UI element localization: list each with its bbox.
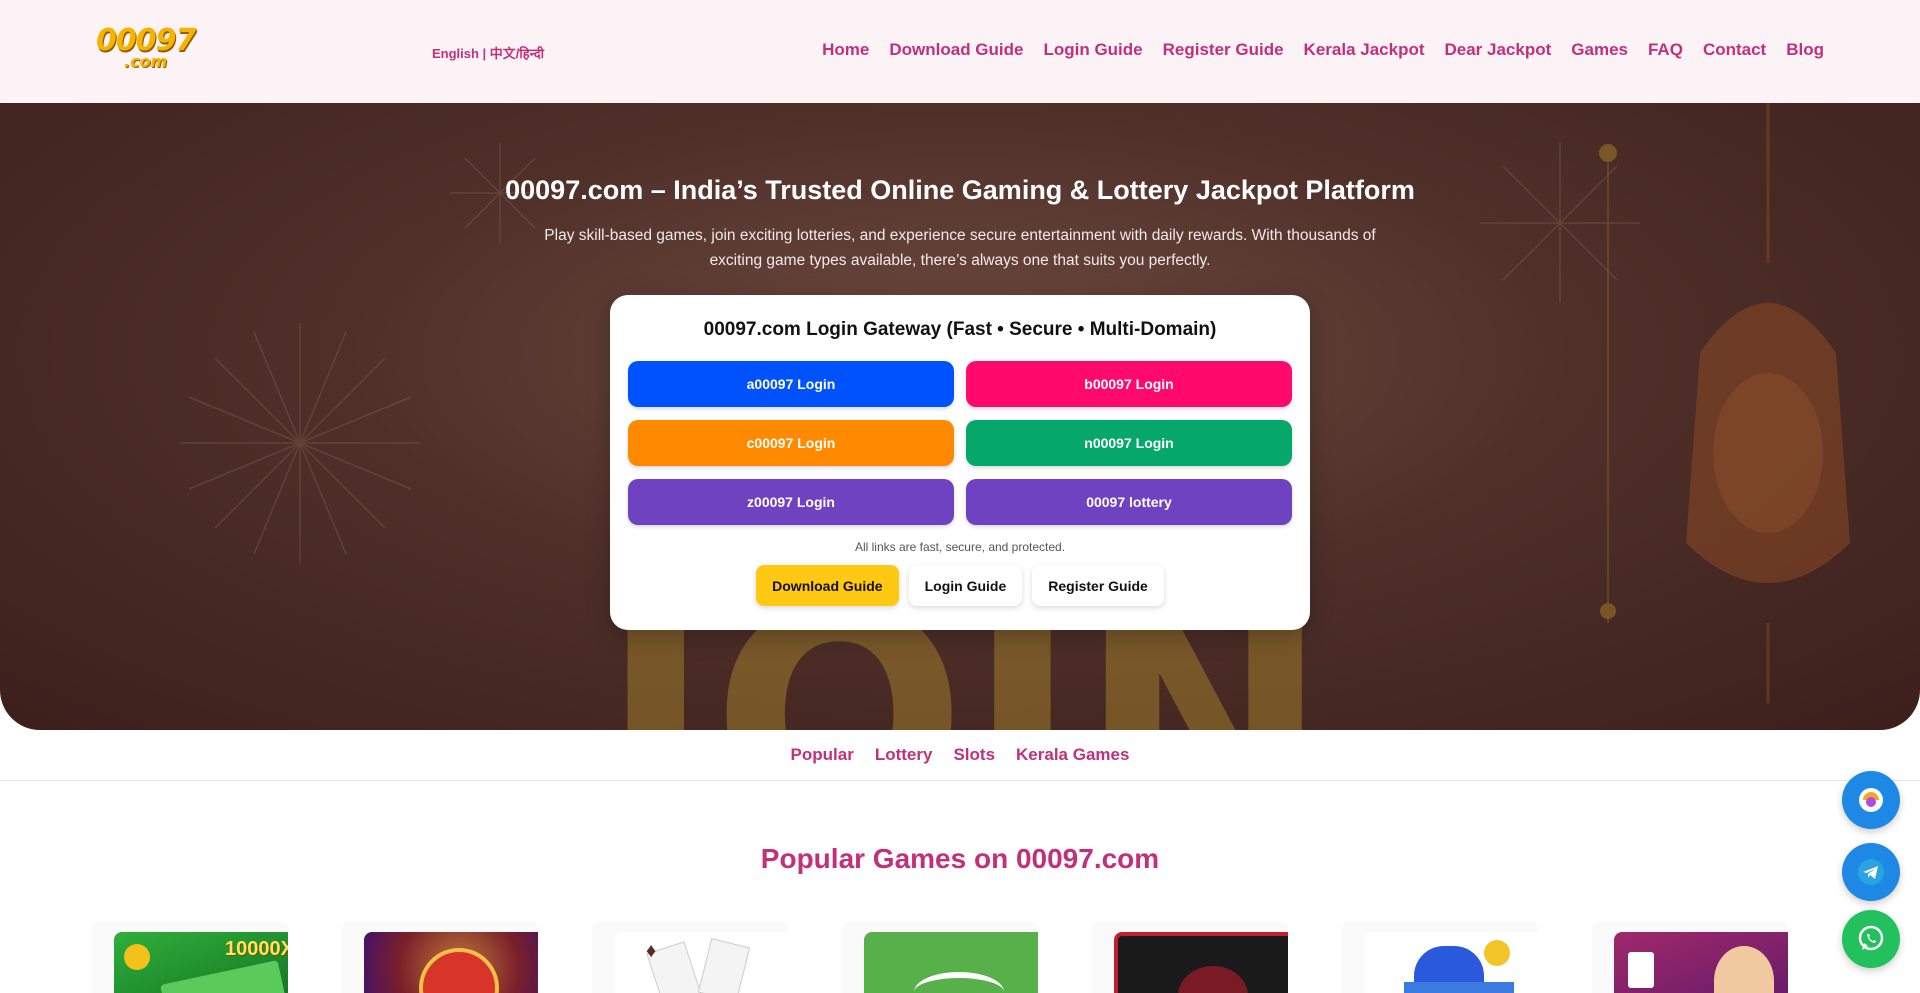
security-note: All links are fast, secure, and protecte… (854, 540, 1066, 554)
playing-card-icon (697, 937, 751, 993)
game-card[interactable] (342, 922, 538, 993)
game-thumbnail (1114, 932, 1288, 993)
lottery-button[interactable]: 00097 lottery (966, 479, 1292, 525)
game-thumbnail: ♦ (614, 932, 788, 993)
chat-support-icon (1859, 788, 1883, 812)
nav-login-guide[interactable]: Login Guide (1043, 40, 1142, 60)
game-card[interactable]: ♦ (592, 922, 788, 993)
main-nav: Home Download Guide Login Guide Register… (822, 40, 1824, 60)
coin-icon (124, 944, 150, 970)
login-button-grid: a00097 Login b00097 Login c00097 Login n… (628, 361, 1292, 525)
game-card[interactable]: 10000X (92, 922, 288, 993)
popular-games-heading: Popular Games on 00097.com (760, 843, 1160, 874)
game-card[interactable] (1592, 922, 1788, 993)
telegram-button[interactable] (1842, 843, 1900, 901)
game-thumbnail-label: 10000X (225, 938, 288, 960)
game-card-row: 10000X ♦ (92, 922, 1832, 993)
game-card[interactable] (1342, 922, 1538, 993)
ace-card-icon (1628, 952, 1654, 988)
nav-dear-jackpot[interactable]: Dear Jackpot (1445, 40, 1552, 60)
register-guide-button[interactable]: Register Guide (1032, 565, 1164, 606)
game-thumbnail (1364, 932, 1538, 993)
tab-popular[interactable]: Popular (791, 745, 854, 765)
nav-faq[interactable]: FAQ (1648, 40, 1683, 60)
hero-title: 00097.com – India’s Trusted Online Gamin… (505, 175, 1415, 205)
game-card[interactable] (842, 922, 1038, 993)
site-header: 00097 .com English | 中文/हिन्दी Home Down… (0, 0, 1920, 103)
wheel-icon (419, 948, 499, 993)
queen-character-icon (1714, 946, 1774, 993)
pirate-hat-icon (1414, 946, 1484, 986)
banknote-icon (160, 960, 288, 993)
hero-description: Play skill-based games, join exciting lo… (544, 227, 1376, 269)
b00097-login-button[interactable]: b00097 Login (966, 361, 1292, 407)
game-thumbnail (864, 932, 1038, 993)
tab-lottery[interactable]: Lottery (875, 745, 933, 765)
game-thumbnail (364, 932, 538, 993)
nav-blog[interactable]: Blog (1786, 40, 1824, 60)
c00097-login-button[interactable]: c00097 Login (628, 420, 954, 466)
tab-kerala-games[interactable]: Kerala Games (1016, 745, 1129, 765)
logo-swirl-icon (914, 972, 1004, 993)
whatsapp-button[interactable] (1842, 910, 1900, 968)
guide-buttons: Download Guide Login Guide Register Guid… (610, 565, 1310, 606)
login-gateway-title: 00097.com Login Gateway (Fast • Secure •… (703, 319, 1217, 340)
login-gateway-card: 00097.com Login Gateway (Fast • Secure •… (610, 295, 1310, 630)
game-thumbnail (1614, 932, 1788, 993)
game-card[interactable] (1092, 922, 1288, 993)
nav-download-guide[interactable]: Download Guide (889, 40, 1023, 60)
nav-home[interactable]: Home (822, 40, 869, 60)
game-logo-icon (1404, 982, 1514, 993)
fish-icon (1484, 940, 1510, 966)
telegram-icon (1858, 859, 1884, 885)
site-logo[interactable]: 00097 .com (96, 26, 196, 72)
z00097-login-button[interactable]: z00097 Login (628, 479, 954, 525)
a00097-login-button[interactable]: a00097 Login (628, 361, 954, 407)
spade-icon: ♦ (646, 940, 657, 962)
tab-slots[interactable]: Slots (953, 745, 995, 765)
nav-register-guide[interactable]: Register Guide (1163, 40, 1284, 60)
nav-kerala-jackpot[interactable]: Kerala Jackpot (1304, 40, 1425, 60)
language-switcher[interactable]: English | 中文/हिन्दी (432, 43, 544, 62)
chat-support-button[interactable] (1842, 771, 1900, 829)
whatsapp-icon (1858, 925, 1884, 951)
n00097-login-button[interactable]: n00097 Login (966, 420, 1292, 466)
nav-games[interactable]: Games (1571, 40, 1628, 60)
logo-sub: .com (124, 52, 168, 71)
login-guide-button[interactable]: Login Guide (908, 565, 1023, 606)
dragon-icon (1178, 966, 1248, 993)
category-tabs: Popular Lottery Slots Kerala Games (0, 730, 1920, 781)
download-guide-button[interactable]: Download Guide (756, 565, 899, 606)
game-thumbnail: 10000X (114, 932, 288, 993)
nav-contact[interactable]: Contact (1703, 40, 1766, 60)
